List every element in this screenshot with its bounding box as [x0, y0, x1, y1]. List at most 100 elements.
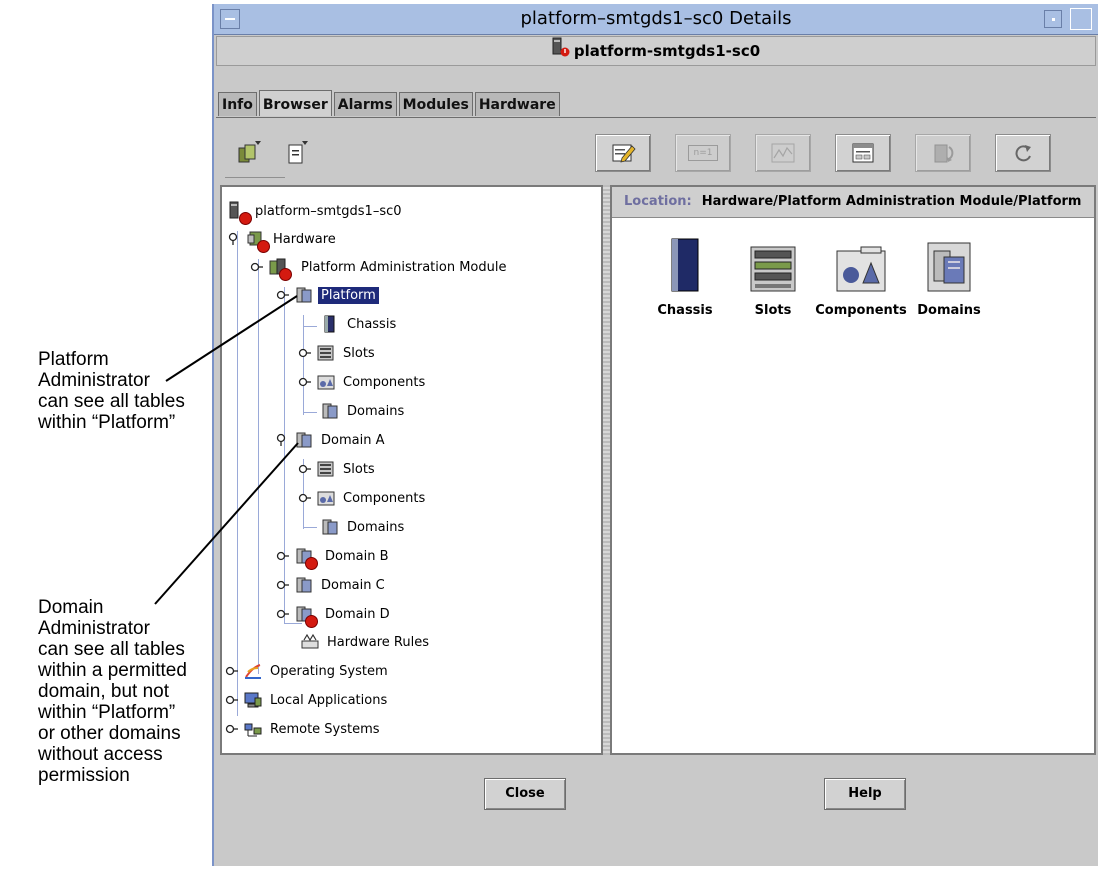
annotation-line: Platform: [38, 349, 109, 370]
domain-icon: [294, 430, 314, 450]
tree-node-local-applications[interactable]: Local Applications: [225, 689, 390, 711]
tree-node-remote-systems[interactable]: Remote Systems: [225, 718, 383, 740]
annotation-line: domain, but not: [38, 681, 169, 702]
refresh-button[interactable]: [995, 134, 1051, 172]
tree-label: Hardware Rules: [327, 634, 429, 650]
domains-icon: [320, 517, 340, 537]
tab-bar: Info Browser Alarms Modules Hardware: [218, 90, 562, 118]
tree-label: Hardware: [273, 231, 336, 247]
chassis-icon: [320, 314, 340, 334]
nth-button[interactable]: n=1: [675, 134, 731, 172]
tree-label: Domains: [347, 519, 405, 535]
tab-browser[interactable]: Browser: [258, 90, 332, 116]
minimize-button[interactable]: [1044, 10, 1062, 28]
tree-node-platform[interactable]: Platform: [276, 284, 379, 306]
domains-item[interactable]: Domains: [900, 237, 998, 318]
host-name: platform-smtgds1-sc0: [573, 42, 761, 60]
table-icon: [852, 143, 874, 163]
tree-label: Components: [343, 490, 426, 506]
tree-node-chassis[interactable]: Chassis: [320, 313, 399, 335]
rules-icon: [300, 632, 320, 652]
close-button[interactable]: Close: [484, 778, 566, 810]
help-button[interactable]: Help: [824, 778, 906, 810]
tree-pane[interactable]: platform–smtgds1–sc0 Hardware Platform A…: [220, 185, 603, 755]
tree-node-slots[interactable]: Slots: [298, 342, 378, 364]
domains-icon: [320, 401, 340, 421]
console-icon[interactable]: [236, 140, 262, 166]
tree-label: Domains: [347, 403, 405, 419]
maximize-button[interactable]: [1070, 8, 1092, 30]
components-item[interactable]: Components: [812, 237, 910, 318]
location-bar: Location: Hardware/Platform Administratio…: [612, 187, 1094, 218]
graph-button[interactable]: [755, 134, 811, 172]
tree-node-operating-system[interactable]: Operating System: [225, 660, 391, 682]
sync-button[interactable]: [915, 134, 971, 172]
tab-hardware[interactable]: Hardware: [474, 92, 560, 116]
tree-node-domain-c[interactable]: Domain C: [276, 574, 388, 596]
edit-button[interactable]: [595, 134, 651, 172]
properties-icon[interactable]: [284, 140, 310, 166]
tree-node-components[interactable]: Components: [298, 371, 428, 393]
tab-modules[interactable]: Modules: [398, 92, 473, 116]
annotation-line: can see all tables: [38, 391, 185, 412]
local-applications-icon: [243, 690, 263, 710]
os-icon: [243, 661, 263, 681]
collapsed-handle-icon[interactable]: [298, 491, 312, 505]
collapsed-handle-icon[interactable]: [225, 693, 239, 707]
tree-node-domain-d[interactable]: Domain D: [276, 603, 393, 628]
tree-label: Chassis: [347, 316, 397, 332]
tab-alarms[interactable]: Alarms: [333, 92, 397, 116]
collapsed-handle-icon[interactable]: [225, 664, 239, 678]
tree-node-domains[interactable]: Domains: [320, 400, 407, 422]
tree-label: Domain D: [325, 606, 390, 622]
domain-alarm-icon: [294, 604, 318, 628]
chassis-item[interactable]: Chassis: [636, 237, 734, 318]
tree-label: Platform Administration Module: [301, 259, 507, 275]
tree-node-domain-a-slots[interactable]: Slots: [298, 458, 378, 480]
domains-icon: [900, 237, 998, 293]
location-label: Location:: [624, 194, 692, 209]
chassis-icon: [636, 237, 734, 293]
hardware-icon: [246, 229, 270, 253]
annotation-line: or other domains: [38, 723, 181, 744]
collapsed-handle-icon[interactable]: [225, 722, 239, 736]
collapsed-handle-icon[interactable]: [276, 549, 290, 563]
collapsed-handle-icon[interactable]: [250, 260, 264, 274]
tree-node-domain-a[interactable]: Domain A: [276, 429, 387, 451]
tree-node-domain-a-domains[interactable]: Domains: [320, 516, 407, 538]
edit-icon: [612, 144, 636, 163]
components-icon: [812, 237, 910, 293]
tree-label: platform–smtgds1–sc0: [255, 203, 402, 219]
title-bar[interactable]: platform–smtgds1–sc0 Details: [214, 4, 1098, 35]
tree-node-pam[interactable]: Platform Administration Module: [250, 256, 510, 281]
expanded-handle-icon[interactable]: [228, 232, 242, 246]
tab-divider: [216, 117, 1096, 118]
collapsed-handle-icon[interactable]: [298, 462, 312, 476]
tree-node-hardware-rules[interactable]: Hardware Rules: [300, 631, 432, 653]
collapsed-handle-icon[interactable]: [276, 607, 290, 621]
slots-icon: [316, 343, 336, 363]
graph-icon: [771, 143, 795, 163]
tree-node-domain-b[interactable]: Domain B: [276, 545, 392, 570]
tree-node-root[interactable]: platform–smtgds1–sc0: [228, 200, 405, 225]
domain-admin-annotation: Domain Administrator can see all tables …: [38, 597, 187, 786]
expanded-handle-icon[interactable]: [276, 433, 290, 447]
window-title: platform–smtgds1–sc0 Details: [520, 8, 792, 29]
host-alarm-icon: [552, 37, 570, 66]
table-view-button[interactable]: [835, 134, 891, 172]
tree-label: Remote Systems: [270, 721, 380, 737]
toolbar-separator: [225, 177, 285, 178]
item-label: Components: [815, 303, 907, 318]
annotation-line: Domain: [38, 597, 104, 618]
collapsed-handle-icon[interactable]: [298, 346, 312, 360]
collapsed-handle-icon[interactable]: [276, 288, 290, 302]
collapsed-handle-icon[interactable]: [276, 578, 290, 592]
annotation-line: within a permitted: [38, 660, 187, 681]
tree-node-hardware[interactable]: Hardware: [228, 228, 339, 253]
slots-item[interactable]: Slots: [724, 237, 822, 318]
tree-node-domain-a-components[interactable]: Components: [298, 487, 428, 509]
collapsed-handle-icon[interactable]: [298, 375, 312, 389]
platform-admin-annotation: Platform Administrator can see all table…: [38, 349, 185, 433]
tab-info[interactable]: Info: [218, 92, 257, 116]
pane-splitter[interactable]: [603, 185, 610, 755]
